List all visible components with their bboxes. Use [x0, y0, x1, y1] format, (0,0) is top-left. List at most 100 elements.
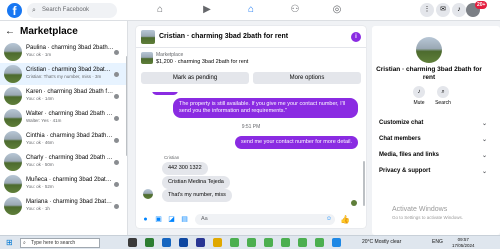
read-status-dot: [114, 116, 119, 121]
conversation-title: Paulina · charming 3bad 2bath fo...: [26, 45, 114, 51]
scrollbar[interactable]: [363, 161, 365, 206]
gaming-icon[interactable]: ◎: [330, 3, 344, 17]
conversation-preview: You: ok · 1m: [26, 52, 52, 57]
file-explorer-icon[interactable]: [213, 238, 222, 247]
search-icon: ⌕: [437, 86, 449, 98]
info-icon[interactable]: i: [351, 32, 361, 42]
listing-thumbnail[interactable]: [141, 30, 155, 44]
app-icon[interactable]: [196, 238, 205, 247]
task-view-icon[interactable]: [128, 238, 137, 247]
app-icon[interactable]: [162, 238, 171, 247]
chat-members-item[interactable]: Chat members ⌄: [379, 136, 487, 143]
facebook-logo[interactable]: f: [7, 3, 22, 18]
conversation-list: Paulina · charming 3bad 2bath fo... You: …: [0, 41, 127, 217]
message-timestamp: 9:51 PM: [241, 124, 261, 130]
chat-title[interactable]: Cristian · charming 3bad 2bath for rent: [159, 33, 288, 40]
language-indicator[interactable]: ENG: [432, 239, 443, 245]
activate-windows-watermark: Activate Windows Go to Settings to activ…: [392, 206, 463, 222]
thumbs-up-icon[interactable]: 👍: [340, 215, 350, 224]
chevron-down-icon: ⌄: [481, 169, 487, 175]
chrome-icon[interactable]: [247, 238, 256, 247]
search-input[interactable]: ⌕ Search Facebook: [27, 3, 117, 18]
sticker-icon[interactable]: ◪: [167, 215, 176, 224]
media-files-label: Media, files and links: [379, 152, 440, 158]
conversation-item[interactable]: Karen · charming 3bad 2bath for re...You…: [0, 85, 127, 107]
incoming-message: 442 300 1322: [162, 162, 208, 175]
conversation-item[interactable]: Cinthia · charming 3bad 2bath for r... Yo…: [0, 129, 127, 151]
incoming-message: Cristian Medina Tejeda: [162, 176, 230, 189]
conversation-preview: Walter: Yes · 41m: [26, 118, 62, 123]
activate-subtitle: Go to Settings to activate Windows.: [392, 215, 464, 220]
read-status-dot: [114, 94, 119, 99]
conversation-name: Cristian · charming 3bad 2bath for rent: [376, 66, 482, 81]
conversation-title: Cristian · charming 3bad 2bath fo...: [26, 67, 114, 73]
search-button[interactable]: ⌕ Search: [431, 86, 455, 106]
conversation-item[interactable]: Cristian · charming 3bad 2bath fo... Cris…: [0, 63, 127, 85]
microphone-icon[interactable]: ●: [141, 215, 150, 224]
emoji-icon[interactable]: ☺: [326, 214, 332, 225]
message-thread: The property is still available. If you …: [136, 92, 366, 210]
chrome-icon[interactable]: [298, 238, 307, 247]
scrollbar[interactable]: [126, 56, 127, 156]
chrome-icon[interactable]: [281, 238, 290, 247]
gif-icon[interactable]: ▤: [180, 215, 189, 224]
listing-summary[interactable]: Marketplace $1,200 · charming 3bad 2bath…: [141, 50, 361, 70]
back-arrow-icon[interactable]: ←: [5, 26, 15, 37]
chat-header: Cristian · charming 3bad 2bath for rent …: [136, 26, 366, 48]
bell-icon: ♪: [413, 86, 425, 98]
notifications-icon[interactable]: ♪: [452, 3, 466, 17]
image-icon[interactable]: ▣: [154, 215, 163, 224]
taskbar-search-input[interactable]: ⌕ Type here to search: [20, 238, 100, 248]
chrome-icon[interactable]: [264, 238, 273, 247]
windows-start-icon[interactable]: ⊞: [6, 239, 14, 247]
app-icon[interactable]: [179, 238, 188, 247]
privacy-support-item[interactable]: Privacy & support ⌄: [379, 168, 487, 175]
top-navigation-bar: f ⌕ Search Facebook ⌂ ▶ ⌂ ⚇ ◎ ⋮ ✉ ♪ 20+: [0, 0, 500, 21]
read-status-dot: [114, 160, 119, 165]
page-title: Marketplace: [20, 25, 78, 37]
listing-price: $1,200 · charming 3bad 2bath for rent: [156, 59, 249, 65]
message-input[interactable]: Aa ☺: [195, 213, 335, 225]
conversation-item[interactable]: Paulina · charming 3bad 2bath fo... You: …: [0, 41, 127, 63]
conversation-item[interactable]: Mariana · charming 3bad 2bath for r...Yo…: [0, 195, 127, 217]
media-files-item[interactable]: Media, files and links ⌄: [379, 152, 487, 159]
conversation-title: Muñeca · charming 3bad 2bath for r...: [26, 177, 114, 183]
chat-members-label: Chat members: [379, 136, 421, 142]
read-status-dot: [114, 138, 119, 143]
conversation-item[interactable]: Muñeca · charming 3bad 2bath for r...You…: [0, 173, 127, 195]
marketplace-icon[interactable]: ⌂: [244, 3, 258, 17]
mute-button[interactable]: ♪ Mute: [407, 86, 431, 106]
notification-badge: 20+: [475, 1, 488, 9]
mark-pending-button[interactable]: Mark as pending: [141, 72, 249, 84]
conversation-preview: You: ok · 14m: [26, 96, 54, 101]
sender-name: Cristian: [164, 155, 180, 160]
message-composer: ● ▣ ◪ ▤ Aa ☺ 👍: [136, 210, 366, 228]
conversation-item[interactable]: Charly · charming 3bad 2bath for re...Yo…: [0, 151, 127, 173]
chat-details-panel: Cristian · charming 3bad 2bath for rent …: [372, 26, 500, 235]
search-placeholder: Search Facebook: [42, 7, 90, 13]
conversation-picture[interactable]: [416, 37, 442, 63]
app-icon[interactable]: [332, 238, 341, 247]
seen-indicator: [351, 200, 357, 206]
read-status-dot: [114, 182, 119, 187]
conversation-thumbnail: [4, 153, 22, 171]
weather-widget[interactable]: 20°C Mostly clear: [362, 239, 401, 245]
taskbar-clock[interactable]: 09:57 17/05/2024: [452, 237, 475, 249]
groups-icon[interactable]: ⚇: [288, 3, 302, 17]
chrome-icon[interactable]: [315, 238, 324, 247]
conversation-item[interactable]: Walter · charming 3bad 2bath for r... Wal…: [0, 107, 127, 129]
outgoing-message: The property is still available. If you …: [173, 98, 358, 118]
activate-title: Activate Windows: [392, 206, 448, 213]
menu-grid-icon[interactable]: ⋮: [420, 3, 434, 17]
video-icon[interactable]: ▶: [200, 3, 214, 17]
messenger-icon[interactable]: ✉: [436, 3, 450, 17]
home-icon[interactable]: ⌂: [153, 3, 167, 17]
conversation-preview: You: ok · 50m: [26, 162, 54, 167]
app-icon[interactable]: [145, 238, 154, 247]
customize-chat-label: Customize chat: [379, 120, 424, 126]
customize-chat-item[interactable]: Customize chat ⌄: [379, 120, 487, 127]
listing-image: [141, 52, 153, 64]
chrome-icon[interactable]: [230, 238, 239, 247]
clock-date: 17/05/2024: [452, 243, 475, 248]
more-options-button[interactable]: More options: [253, 72, 361, 84]
